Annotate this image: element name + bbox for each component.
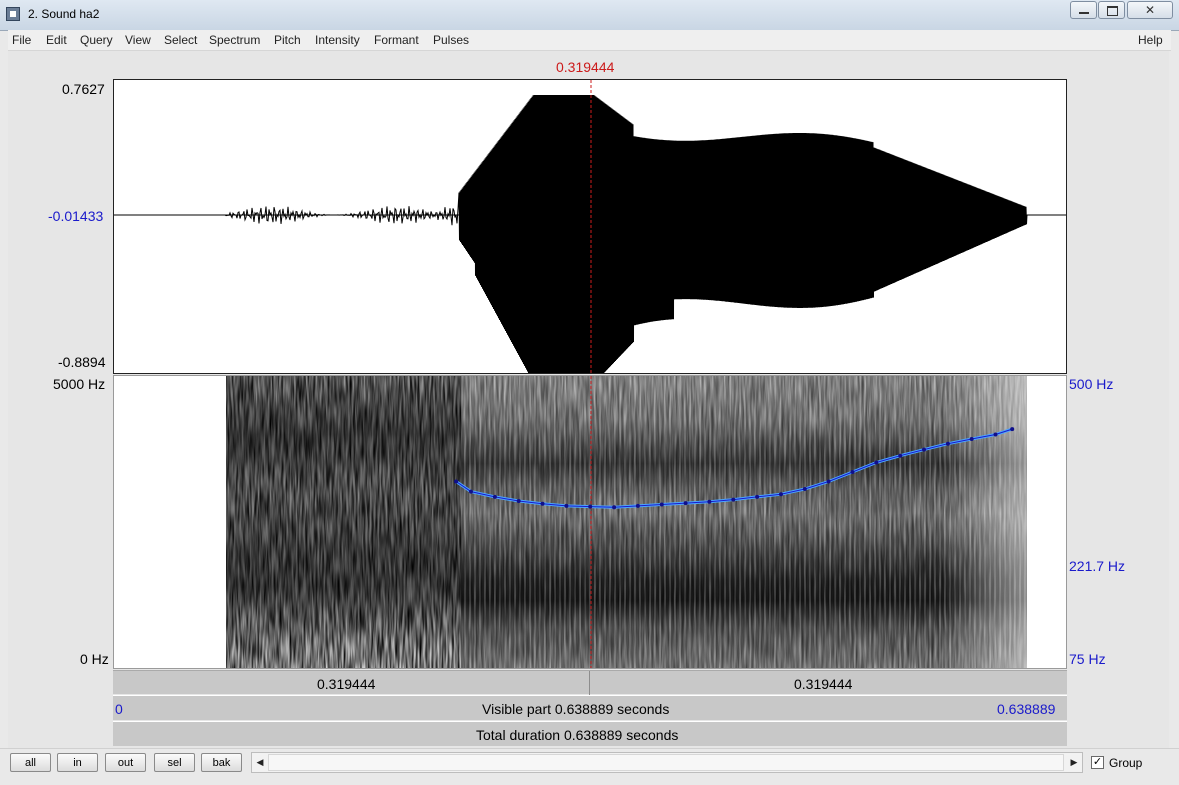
pitch-point (659, 502, 664, 507)
pitch-point (922, 447, 926, 452)
pitch-point (564, 503, 569, 508)
visible-part-label: Visible part 0.638889 seconds (482, 701, 670, 717)
pitch-point (850, 470, 855, 474)
pitch-point (707, 499, 712, 504)
spectrogram-bottom-label: 0 Hz (80, 651, 109, 667)
maximize-button[interactable] (1098, 1, 1125, 19)
spectrogram-svg (226, 376, 1027, 668)
menu-query[interactable]: Query (80, 33, 113, 47)
zoom-back-button[interactable]: bak (201, 753, 242, 772)
menu-view[interactable]: View (125, 33, 151, 47)
menu-pitch[interactable]: Pitch (274, 33, 301, 47)
fricative-texture (226, 376, 461, 668)
visible-part-bar[interactable]: 0 Visible part 0.638889 seconds 0.638889 (113, 695, 1067, 720)
pitch-bottom-label: 75 Hz (1069, 651, 1106, 667)
group-checkbox[interactable]: ✓ (1091, 756, 1104, 769)
zoom-in-button[interactable]: in (57, 753, 98, 772)
pitch-point (755, 494, 760, 499)
close-button[interactable]: ✕ (1127, 1, 1173, 19)
pitch-point (588, 504, 593, 509)
horizontal-scrollbar[interactable]: ◀ ▶ (251, 752, 1083, 773)
waveform-min-label: -0.8894 (58, 354, 106, 370)
menu-file[interactable]: File (12, 33, 31, 47)
pitch-point (612, 505, 617, 510)
scroll-right-icon[interactable]: ▶ (1066, 753, 1082, 772)
pitch-point (731, 497, 736, 502)
bottom-toolbar: all in out sel bak ◀ ▶ ✓ Group (0, 748, 1179, 785)
minimize-button[interactable] (1070, 1, 1097, 19)
menu-pulses[interactable]: Pulses (433, 33, 469, 47)
pitch-point (874, 460, 879, 465)
spectrogram-panel[interactable] (113, 375, 1067, 669)
cursor-time-label: 0.319444 (556, 59, 615, 75)
visible-end: 0.638889 (997, 701, 1056, 717)
time-bar[interactable]: 0.319444 0.319444 (113, 670, 1067, 695)
menu-bar: File Edit Query View Select Spectrum Pit… (8, 30, 1171, 51)
menu-help[interactable]: Help (1138, 33, 1163, 47)
pitch-point (802, 487, 807, 491)
waveform-svg (114, 80, 1066, 373)
window-title: 2. Sound ha2 (28, 7, 100, 21)
waveform-zero-label: -0.01433 (48, 208, 104, 224)
pitch-point (993, 432, 998, 437)
menu-edit[interactable]: Edit (46, 33, 67, 47)
voiced-fade (461, 376, 1027, 668)
waveform-trace (114, 94, 1065, 373)
app-icon (6, 7, 20, 21)
group-label: Group (1109, 756, 1143, 770)
waveform-max-label: 0.7627 (62, 81, 105, 97)
scroll-thumb[interactable] (268, 754, 1064, 771)
pitch-point (779, 492, 783, 497)
time-bar-divider (589, 671, 590, 695)
close-icon: ✕ (1144, 3, 1156, 17)
title-bar: 2. Sound ha2 ✕ (0, 0, 1179, 31)
pitch-top-label: 500 Hz (1069, 376, 1114, 392)
pitch-point (898, 453, 903, 458)
zoom-selection-button[interactable]: sel (154, 753, 195, 772)
pitch-mid-label: 221.7 Hz (1069, 558, 1126, 574)
pitch-point (540, 501, 545, 506)
time-bar-right: 0.319444 (794, 676, 853, 692)
pitch-point (469, 489, 473, 494)
pitch-point (826, 479, 831, 484)
spectrogram-top-label: 5000 Hz (53, 376, 106, 392)
pitch-point (1010, 427, 1015, 432)
total-duration-label: Total duration 0.638889 seconds (476, 727, 679, 743)
pitch-point (516, 499, 521, 503)
pitch-point (635, 503, 640, 508)
menu-intensity[interactable]: Intensity (315, 33, 360, 47)
visible-start: 0 (115, 701, 123, 717)
pitch-point (969, 437, 974, 441)
pitch-point (454, 479, 459, 484)
time-bar-left: 0.319444 (317, 676, 376, 692)
scroll-left-icon[interactable]: ◀ (252, 753, 268, 772)
checkmark-icon: ✓ (1092, 756, 1103, 768)
waveform-panel[interactable] (113, 79, 1067, 374)
zoom-out-button[interactable]: out (105, 753, 146, 772)
pitch-point (945, 441, 950, 446)
pitch-point (683, 501, 688, 506)
menu-formant[interactable]: Formant (374, 33, 419, 47)
zoom-all-button[interactable]: all (10, 753, 51, 772)
menu-select[interactable]: Select (164, 33, 197, 47)
menu-spectrum[interactable]: Spectrum (209, 33, 260, 47)
total-duration-bar[interactable]: Total duration 0.638889 seconds (113, 721, 1067, 746)
pitch-point (492, 494, 497, 499)
